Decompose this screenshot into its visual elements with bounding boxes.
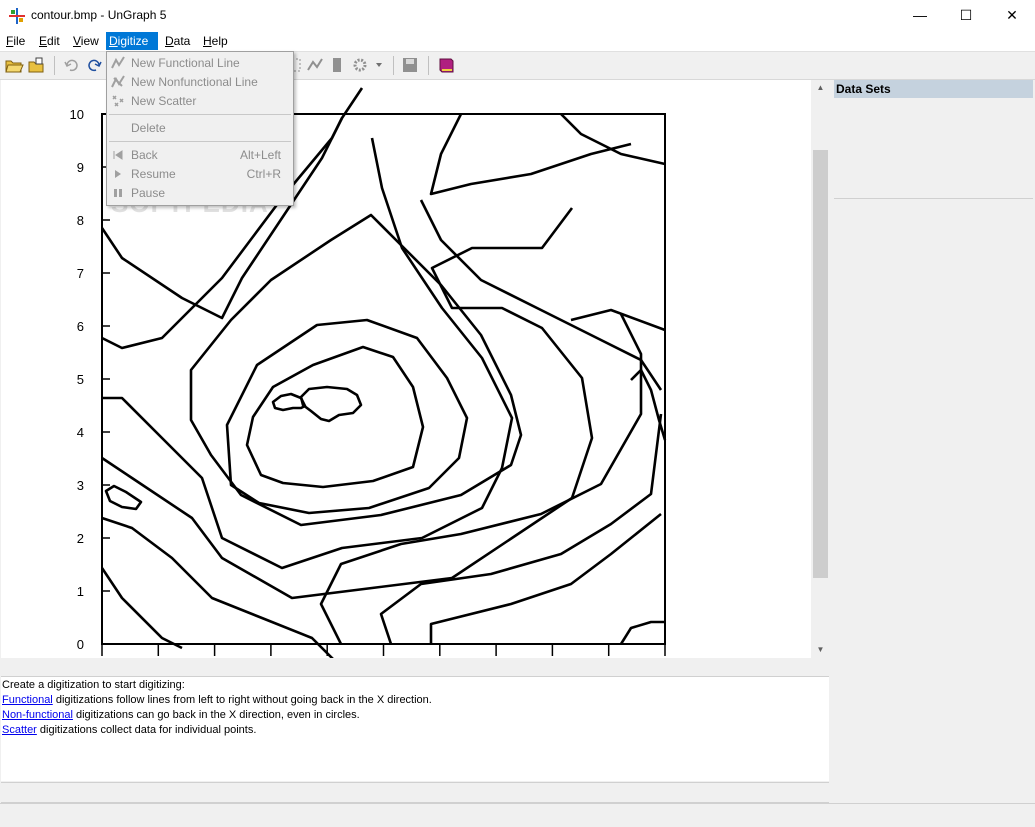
pause-icon: [114, 189, 122, 197]
help-book-icon[interactable]: [436, 56, 456, 74]
menu-separator: [109, 114, 291, 115]
scroll-down-icon[interactable]: ▼: [812, 642, 829, 658]
menu-item-pause[interactable]: Pause: [107, 184, 293, 203]
menu-item-delete[interactable]: Delete: [107, 119, 293, 138]
y-tick-label: 5: [77, 372, 84, 387]
menu-file[interactable]: File: [3, 32, 28, 50]
menu-item-new-functional-line[interactable]: New Functional Line: [107, 54, 293, 73]
contour-line: [560, 113, 666, 166]
menu-item-resume[interactable]: Resume Ctrl+R: [107, 165, 293, 184]
horizontal-bar: [1, 782, 829, 803]
window-title: contour.bmp - UnGraph 5: [31, 8, 167, 22]
y-axis-labels: 10 9 8 7 6 5 4 3 2 1 0: [70, 107, 84, 652]
data-sets-header: Data Sets: [834, 80, 1033, 98]
menu-item-new-scatter[interactable]: New Scatter: [107, 92, 293, 111]
scatter-link[interactable]: Scatter: [2, 724, 37, 736]
contour-line: [299, 385, 363, 423]
menu-help[interactable]: Help: [200, 32, 231, 50]
y-tick-label: 7: [77, 266, 84, 281]
contour-line: [570, 308, 666, 332]
contour-line: [101, 207, 594, 600]
functional-link[interactable]: Functional: [2, 694, 53, 706]
back-icon: [113, 150, 123, 160]
settings-icon[interactable]: [350, 56, 384, 74]
canvas-vertical-scrollbar[interactable]: ▲ ▼: [812, 80, 829, 658]
data-sets-panel: Data Sets: [834, 80, 1033, 199]
functional-line-icon: [111, 56, 125, 69]
menu-separator: [109, 141, 291, 142]
menu-item-back[interactable]: Back Alt+Left: [107, 146, 293, 165]
undo-icon[interactable]: [62, 56, 82, 74]
menu-data[interactable]: Data: [162, 32, 193, 50]
y-tick-label: 6: [77, 319, 84, 334]
scroll-up-icon[interactable]: ▲: [812, 80, 829, 96]
y-tick-label: 10: [70, 107, 84, 122]
app-icon: [9, 8, 25, 24]
nonfunctional-line-icon: [111, 75, 125, 88]
y-tick-label: 3: [77, 478, 84, 493]
x-axis-ticks: [101, 644, 666, 656]
menu-view[interactable]: View: [70, 32, 102, 50]
contour-line: [101, 516, 334, 658]
save-icon[interactable]: [400, 56, 420, 74]
contour-line: [100, 567, 183, 650]
scroll-thumb[interactable]: [813, 150, 828, 578]
info-scatter: Scatter digitizations collect data for i…: [2, 724, 257, 736]
bar-icon[interactable]: [327, 56, 347, 74]
y-tick-label: 1: [77, 584, 84, 599]
info-functional: Functional digitizations follow lines fr…: [2, 694, 432, 706]
contour-line: [189, 213, 523, 527]
y-tick-label: 4: [77, 425, 84, 440]
y-tick-label: 2: [77, 531, 84, 546]
resume-icon: [115, 170, 121, 178]
open-folder-icon[interactable]: [4, 56, 24, 74]
contour-line: [419, 199, 663, 391]
contour-line: [319, 313, 643, 645]
y-tick-label: 0: [77, 637, 84, 652]
scatter-icon: [112, 95, 124, 107]
info-intro: Create a digitization to start digitizin…: [2, 679, 185, 691]
redo-icon[interactable]: [84, 56, 104, 74]
digitize-icon[interactable]: [305, 56, 325, 74]
y-tick-label: 9: [77, 160, 84, 175]
title-bar: contour.bmp - UnGraph 5 — ☐ ✕: [0, 0, 1035, 31]
contour-line: [619, 620, 665, 645]
nonfunctional-link[interactable]: Non-functional: [2, 709, 73, 721]
minimize-button[interactable]: —: [897, 0, 943, 31]
close-button[interactable]: ✕: [989, 0, 1035, 31]
info-panel: Create a digitization to start digitizin…: [1, 676, 829, 781]
contour-line: [104, 484, 143, 511]
status-bar: [0, 803, 1035, 827]
contour-line: [379, 413, 663, 645]
maximize-button[interactable]: ☐: [943, 0, 989, 31]
menu-edit[interactable]: Edit: [36, 32, 63, 50]
menu-item-new-nonfunctional-line[interactable]: New Nonfunctional Line: [107, 73, 293, 92]
toolbar-separator: [393, 56, 394, 75]
menu-digitize[interactable]: Digitize: [106, 32, 158, 50]
info-nonfunctional: Non-functional digitizations can go back…: [2, 709, 360, 721]
toolbar-separator: [54, 56, 55, 75]
contour-line: [429, 113, 632, 196]
y-tick-label: 8: [77, 213, 84, 228]
open-file-icon[interactable]: [26, 56, 46, 74]
toolbar-separator: [428, 56, 429, 75]
menu-bar: File Edit View Digitize Data Help: [0, 31, 1035, 52]
digitize-dropdown-menu: New Functional Line New Nonfunctional Li…: [106, 51, 294, 206]
